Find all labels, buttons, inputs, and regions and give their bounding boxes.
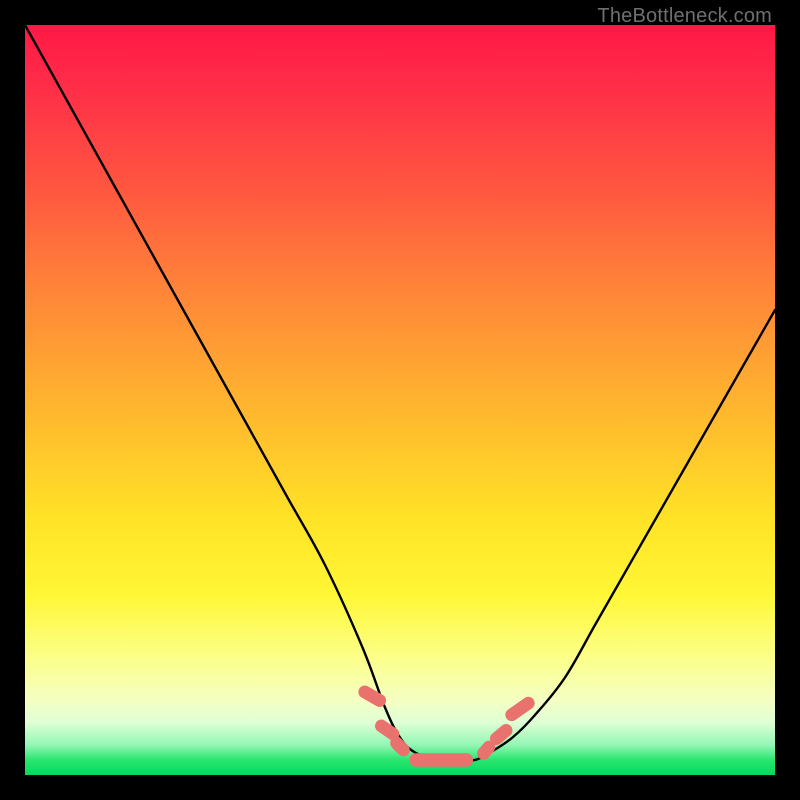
bottleneck-curve <box>25 25 775 761</box>
chart-svg <box>25 25 775 775</box>
plot-area <box>25 25 775 775</box>
curve-markers <box>356 683 537 767</box>
watermark-text: TheBottleneck.com <box>597 5 772 28</box>
curve-marker <box>356 683 388 709</box>
chart-frame: TheBottleneck.com <box>0 0 800 800</box>
curve-marker <box>409 753 473 767</box>
